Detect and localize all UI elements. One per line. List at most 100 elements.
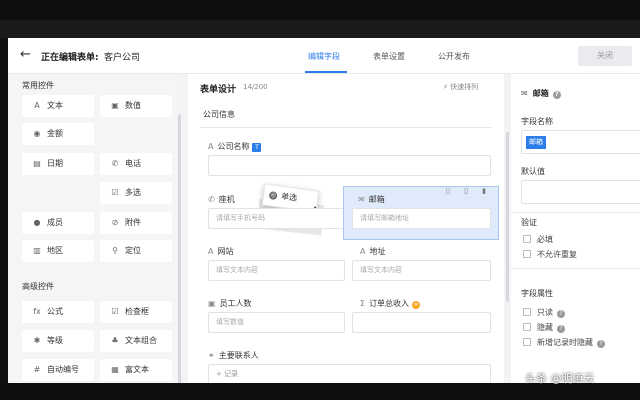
rich-text-icon: ▦ — [111, 365, 119, 374]
field-properties-panel: ✉ 邮箱? 字段名称 邮箱 默认值 验证 必填 不允许重复 字段属性 只读? 隐藏… — [511, 74, 640, 383]
default-value-input[interactable] — [521, 180, 640, 204]
field-label-order-revenue: Σ 订单总收入 ∞ — [360, 299, 421, 309]
field-count: 14/200 — [243, 83, 268, 91]
text-icon: A — [208, 247, 214, 256]
control-member[interactable]: ● 成员 — [22, 212, 94, 234]
validation-label: 验证 — [521, 218, 537, 227]
field-label-address: A 地址 — [360, 247, 386, 256]
employees-input[interactable]: 填写数值 — [208, 312, 345, 333]
map-icon: ▥ — [33, 246, 41, 255]
divider — [511, 212, 640, 213]
watermark-text: 头条 @明道云 — [525, 372, 595, 385]
field-label-main-contact: ⚭ 主要联系人 — [208, 351, 259, 360]
active-tab-indicator — [305, 71, 347, 73]
formula-icon: fx — [33, 307, 41, 316]
help-icon[interactable]: ? — [597, 340, 605, 348]
top-bar: ← 正在编辑表单: 客户公司 编辑字段 表单设置 公开发布 关闭 — [8, 38, 640, 74]
address-input[interactable]: 填写文本内容 — [352, 260, 491, 281]
hash-icon: # — [33, 365, 41, 374]
money-icon: ◉ — [33, 129, 41, 138]
checkbox-icon: ☑ — [111, 188, 119, 197]
required-checkbox[interactable]: 必填 — [523, 234, 553, 245]
control-formula[interactable]: fx 公式 — [22, 301, 94, 323]
control-money[interactable]: ◉ 金额 — [22, 123, 94, 145]
control-number[interactable]: ▣ 数值 — [100, 95, 172, 117]
control-multi-select[interactable]: ☑ 多选 — [100, 182, 172, 204]
control-region[interactable]: ▥ 地区 — [22, 240, 94, 262]
location-icon: ⚲ — [112, 246, 118, 255]
screen-bezel-top — [0, 0, 640, 20]
control-text-combo[interactable]: ♣ 文本组合 — [100, 330, 172, 352]
company-name-input[interactable] — [208, 155, 491, 176]
control-text[interactable]: A 文本 — [22, 95, 94, 117]
text-icon: A — [34, 101, 40, 110]
section-divider — [200, 127, 492, 128]
calendar-icon: ▤ — [33, 159, 41, 168]
text-icon: A — [360, 247, 366, 256]
field-label-email: ✉ 邮箱 — [358, 195, 385, 204]
order-revenue-input[interactable] — [352, 312, 491, 333]
check-box-icon: ☑ — [111, 307, 119, 316]
phone-icon: ✆ — [208, 195, 215, 204]
field-label-landline: ✆ 座机 — [208, 195, 235, 204]
no-duplicate-checkbox[interactable]: 不允许重复 — [523, 249, 577, 260]
field-label-website: A 网站 — [208, 247, 234, 256]
control-auto-number[interactable]: # 自动编号 — [22, 359, 94, 381]
hide-on-new-record-checkbox[interactable]: 新增记录时隐藏? — [523, 337, 605, 348]
member-icon: ● — [33, 218, 41, 227]
landline-input[interactable]: 请填写手机号码 — [208, 208, 345, 229]
sum-icon: Σ — [360, 299, 366, 308]
title-field-badge: T — [252, 143, 262, 152]
divider — [511, 268, 640, 269]
main-contact-add-record[interactable]: + 记录 — [208, 364, 491, 383]
canvas-scrollbar[interactable] — [506, 132, 509, 302]
common-controls-heading: 常用控件 — [22, 81, 54, 90]
field-type-title: ✉ 邮箱? — [521, 88, 561, 99]
email-input[interactable]: 请填写邮箱地址 — [352, 208, 491, 229]
number-icon: ▣ — [111, 101, 119, 110]
form-editor-window: ← 正在编辑表单: 客户公司 编辑字段 表单设置 公开发布 关闭 常用控件 A文… — [8, 38, 640, 383]
tab-edit-fields[interactable]: 编辑字段 — [308, 51, 340, 62]
field-name-input[interactable]: 邮箱 — [521, 130, 640, 154]
field-attributes-label: 字段属性 — [521, 289, 553, 298]
form-name: 客户公司 — [104, 53, 141, 63]
mail-icon: ✉ — [358, 195, 365, 204]
control-phone[interactable]: ✆ 电话 — [100, 153, 172, 175]
control-palette: 常用控件 A 文本 ▣ 数值 ◉ 金额 ▤ 日期 ✆ 电话 ☑ 多选 ● 成员 ⊘ 附件 ▥ 地区… — [8, 74, 182, 383]
field-action-icons[interactable]: ▯ ▯ ▮ — [446, 187, 492, 195]
help-icon[interactable]: ? — [552, 91, 561, 99]
control-rating[interactable]: ✱ 等级 — [22, 330, 94, 352]
window-shadow-band — [0, 20, 640, 38]
attachment-icon: ⊘ — [111, 218, 119, 227]
editing-title-prefix: 正在编辑表单: — [41, 53, 99, 63]
form-design-canvas: 表单设计 14/200 ⚡ 快速排列 公司信息 A 公司名称 T ◎ 单选 ✆ 座机 请… — [188, 74, 509, 383]
hidden-checkbox[interactable]: 隐藏? — [523, 322, 565, 333]
readonly-checkbox[interactable]: 只读? — [523, 307, 565, 318]
section-title: 公司信息 — [203, 110, 235, 119]
number-icon: ▣ — [208, 299, 216, 308]
website-input[interactable]: 填写文本内容 — [208, 260, 345, 281]
palette-scrollbar[interactable] — [178, 114, 181, 383]
text-icon: A — [208, 142, 214, 151]
tab-public-publish[interactable]: 公开发布 — [438, 51, 470, 62]
control-location[interactable]: ⚲ 定位 — [100, 240, 172, 262]
help-icon[interactable]: ? — [557, 310, 565, 318]
text-combo-icon: ♣ — [111, 336, 119, 345]
field-label-employees: ▣ 员工人数 — [208, 299, 252, 308]
field-label-company-name: A 公司名称 T — [208, 141, 262, 152]
arrow-left-icon[interactable]: ← — [20, 48, 31, 62]
field-name-label: 字段名称 — [521, 117, 553, 126]
radio-icon: ◎ — [268, 191, 278, 201]
relation-icon: ⚭ — [208, 351, 215, 360]
control-check-box[interactable]: ☑ 检查框 — [100, 301, 172, 323]
close-button[interactable]: 关闭 — [578, 46, 632, 66]
control-rich-text[interactable]: ▦ 富文本 — [100, 359, 172, 381]
help-icon[interactable]: ? — [557, 325, 565, 333]
tab-form-settings[interactable]: 表单设置 — [373, 51, 405, 62]
quick-sort-button[interactable]: ⚡ 快速排列 — [443, 82, 478, 92]
control-date[interactable]: ▤ 日期 — [22, 153, 94, 175]
form-design-title: 表单设计 — [200, 85, 237, 95]
link-icon: ∞ — [412, 301, 421, 309]
control-attachment[interactable]: ⊘ 附件 — [100, 212, 172, 234]
advanced-controls-heading: 高级控件 — [22, 282, 54, 291]
